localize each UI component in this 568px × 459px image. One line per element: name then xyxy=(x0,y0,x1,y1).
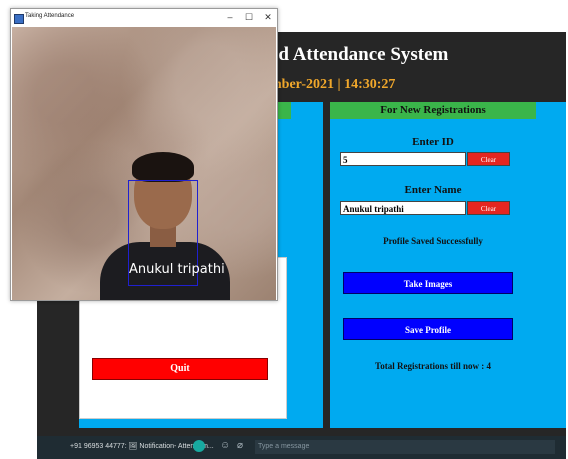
minimize-button[interactable]: – xyxy=(223,12,237,22)
registration-panel-header: For New Registrations xyxy=(330,102,536,119)
chat-bar: +91 96953 44777: 🖼 Notification- Attenda… xyxy=(37,436,566,459)
save-profile-button[interactable]: Save Profile xyxy=(343,318,513,340)
registration-panel: For New Registrations Enter ID 5 Clear E… xyxy=(330,102,566,428)
date-time-display: mber-2021 | 14:30:27 xyxy=(270,77,396,92)
person-hair xyxy=(132,152,194,182)
message-input[interactable]: Type a message xyxy=(255,440,555,454)
enter-id-label: Enter ID xyxy=(412,136,454,148)
camera-feed: Anukul tripathi xyxy=(12,27,276,300)
status-message: Profile Saved Successfully xyxy=(383,236,483,246)
name-input[interactable]: Anukul tripathi xyxy=(340,201,466,215)
clear-id-button[interactable]: Clear xyxy=(467,152,510,166)
emoji-icon[interactable]: ☺ xyxy=(220,441,230,451)
attach-icon[interactable]: ⌀ xyxy=(237,441,247,451)
camera-window-title: Taking Attendance xyxy=(25,13,75,19)
notification-badge xyxy=(193,440,205,452)
id-input[interactable]: 5 xyxy=(340,152,466,166)
app-icon xyxy=(14,14,24,24)
total-registrations-text: Total Registrations till now : 4 xyxy=(375,361,491,371)
take-images-button[interactable]: Take Images xyxy=(343,272,513,294)
maximize-button[interactable]: ☐ xyxy=(242,12,256,23)
quit-button[interactable]: Quit xyxy=(92,358,268,380)
camera-window: Taking Attendance – ☐ ✕ Anukul tripathi xyxy=(10,8,278,301)
clear-name-button[interactable]: Clear xyxy=(467,201,510,215)
enter-name-label: Enter Name xyxy=(404,184,462,196)
detected-name-label: Anukul tripathi xyxy=(129,262,225,277)
camera-window-titlebar[interactable]: Taking Attendance – ☐ ✕ xyxy=(11,9,277,27)
close-button[interactable]: ✕ xyxy=(261,12,275,23)
